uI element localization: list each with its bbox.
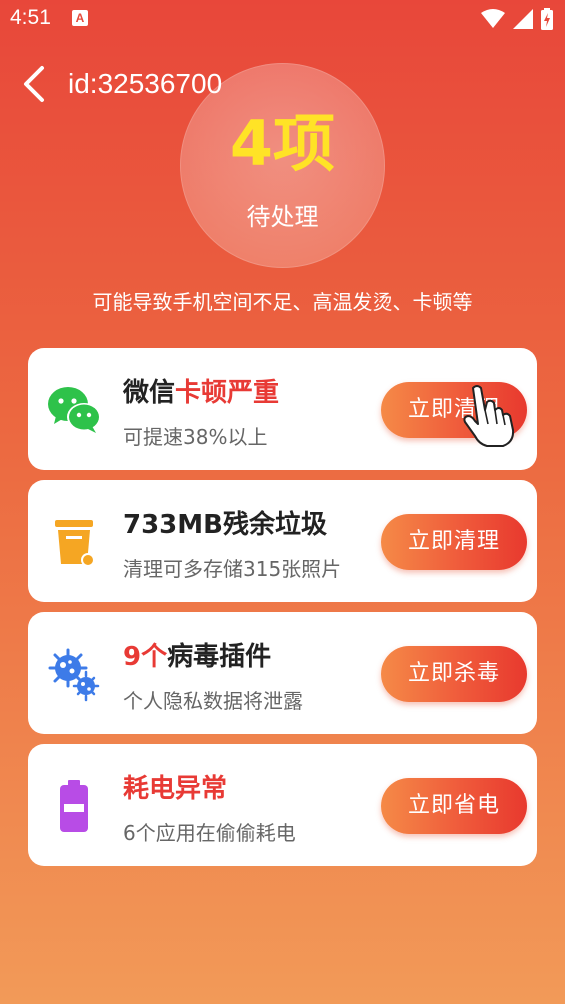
- card-title: 微信卡顿严重: [123, 372, 279, 409]
- virus-icon: [48, 648, 100, 702]
- card-wechat: 微信卡顿严重 可提速38%以上 立即清理: [28, 348, 537, 470]
- clean-button[interactable]: 立即清理: [381, 514, 527, 570]
- card-title: 733MB残余垃圾: [123, 510, 327, 540]
- card-subtitle: 个人隐私数据将泄露: [123, 689, 303, 713]
- status-time: 4:51: [10, 6, 51, 29]
- warning-text: 可能导致手机空间不足、高温发烫、卡顿等: [92, 290, 473, 314]
- antivirus-button[interactable]: 立即杀毒: [381, 646, 527, 702]
- card-subtitle: 可提速38%以上: [123, 425, 268, 449]
- pending-label: 待处理: [246, 203, 319, 231]
- back-arrow-icon[interactable]: [20, 64, 50, 104]
- card-title: 耗电异常: [123, 768, 227, 805]
- card-subtitle: 清理可多存储315张照片: [123, 557, 342, 581]
- card-battery: 耗电异常 6个应用在偷偷耗电 立即省电: [28, 744, 537, 866]
- pending-count: 4项: [229, 107, 336, 180]
- wifi-icon: [481, 9, 505, 28]
- trash-icon: [55, 520, 95, 567]
- wechat-icon: [48, 387, 101, 433]
- signal-icon: [513, 9, 533, 29]
- card-title-highlight: 9个: [123, 642, 168, 672]
- status-bar: 4:51 A: [0, 0, 565, 40]
- card-title: 9个病毒插件: [123, 636, 271, 673]
- card-title-prefix: 微信: [123, 378, 176, 408]
- pointing-hand-icon: [463, 385, 515, 447]
- page-title: id:32536700: [68, 68, 223, 99]
- power-save-button[interactable]: 立即省电: [381, 778, 527, 834]
- pending-summary-circle: 4项 待处理: [180, 63, 385, 268]
- card-junk: 733MB残余垃圾 清理可多存储315张照片 立即清理: [28, 480, 537, 602]
- status-icons: [481, 8, 553, 30]
- card-title-suffix: 病毒插件: [167, 642, 272, 672]
- card-title-highlight: 卡顿严重: [175, 378, 280, 408]
- card-virus: 9个病毒插件 个人隐私数据将泄露 立即杀毒: [28, 612, 537, 734]
- card-title-highlight: 耗电异常: [123, 774, 228, 804]
- card-subtitle: 6个应用在偷偷耗电: [123, 821, 296, 845]
- battery-status-icon: [541, 8, 553, 30]
- battery-icon: [60, 780, 88, 832]
- notification-icon: A: [72, 10, 88, 26]
